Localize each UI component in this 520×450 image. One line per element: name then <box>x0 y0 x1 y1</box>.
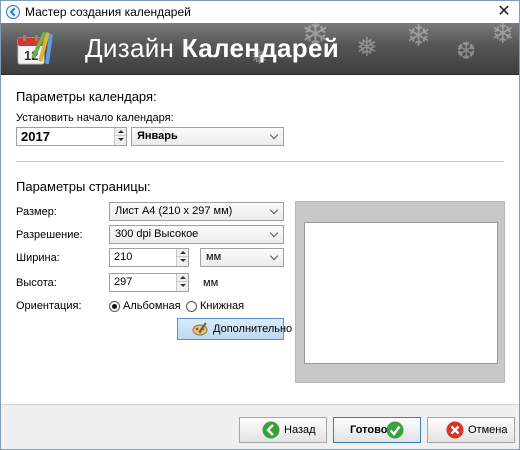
year-spinner[interactable]: 2017 <box>16 127 127 146</box>
cancel-x-icon <box>446 421 464 439</box>
orientation-landscape-radio[interactable]: Альбомная <box>109 300 181 314</box>
height-increment-button[interactable] <box>177 274 188 282</box>
year-decrement-button[interactable] <box>115 136 126 144</box>
chevron-down-icon <box>271 233 278 240</box>
year-value: 2017 <box>21 129 50 144</box>
done-button-label: Готово <box>350 424 388 436</box>
banner-title: Дизайн Календарей <box>85 33 339 64</box>
month-value: Январь <box>137 130 178 142</box>
height-decrement-button[interactable] <box>177 282 188 290</box>
checkmark-icon <box>386 421 404 439</box>
orientation-landscape-label: Альбомная <box>123 300 181 312</box>
snowflake-icon: ❅ <box>356 33 378 63</box>
month-select[interactable]: Январь <box>131 127 284 146</box>
cancel-button-label: Отмена <box>468 424 508 436</box>
brush-palette-icon <box>192 322 208 336</box>
radio-unselected-icon <box>186 301 197 312</box>
width-value: 210 <box>114 251 133 263</box>
page-preview <box>295 201 505 383</box>
height-value: 297 <box>114 276 133 288</box>
chevron-down-icon <box>271 135 278 142</box>
size-label: Размер: <box>16 206 57 218</box>
snowflake-icon: ❄ <box>406 23 432 54</box>
done-button[interactable]: Готово <box>333 417 421 443</box>
height-spinner[interactable]: 297 <box>109 273 189 292</box>
cancel-button[interactable]: Отмена <box>427 417 515 443</box>
snowflake-icon: ❄ <box>491 23 515 50</box>
advanced-button-label: Дополнительно <box>213 323 293 335</box>
calendar-wizard-window: Мастер создания календарей ✕ ❄ ❅ ❄ ❆ ❄ ❅… <box>0 0 520 450</box>
back-button[interactable]: Назад <box>239 417 327 443</box>
chevron-down-icon <box>271 256 278 263</box>
window-title: Мастер создания календарей <box>25 5 191 19</box>
section-divider <box>16 161 504 162</box>
banner-title-regular: Дизайн <box>85 33 175 63</box>
width-unit-value: мм <box>206 251 222 263</box>
width-label: Ширина: <box>16 252 60 264</box>
page-params-title: Параметры страницы: <box>16 179 151 194</box>
close-button[interactable]: ✕ <box>495 3 513 21</box>
radio-selected-icon <box>109 301 120 312</box>
height-unit: мм <box>203 277 219 289</box>
snowflake-icon: ❆ <box>456 37 477 65</box>
calendar-with-brushes-icon: 12 <box>17 31 53 65</box>
year-increment-button[interactable] <box>115 128 126 136</box>
back-arrow-icon <box>262 421 280 439</box>
orientation-portrait-radio[interactable]: Книжная <box>186 300 246 314</box>
size-select[interactable]: Лист А4 (210 х 297 мм) <box>109 202 284 221</box>
calendar-params-title: Параметры календаря: <box>16 89 157 104</box>
start-calendar-label: Установить начало календаря: <box>16 112 174 124</box>
chevron-down-icon <box>271 210 278 217</box>
title-bar: Мастер создания календарей ✕ <box>1 1 519 23</box>
resolution-select[interactable]: 300 dpi Высокое <box>109 225 284 244</box>
page-preview-paper <box>304 222 498 364</box>
width-increment-button[interactable] <box>177 249 188 257</box>
header-banner: ❄ ❅ ❄ ❆ ❄ ❅ 12 Дизайн Календарей <box>1 23 519 75</box>
size-value: Лист А4 (210 х 297 мм) <box>115 205 233 217</box>
orientation-label: Ориентация: <box>16 300 82 312</box>
width-spinner[interactable]: 210 <box>109 248 189 267</box>
width-decrement-button[interactable] <box>177 257 188 265</box>
app-icon <box>6 5 20 19</box>
orientation-portrait-label: Книжная <box>200 300 245 312</box>
unit-select[interactable]: мм <box>200 248 284 267</box>
banner-title-bold: Календарей <box>181 33 340 63</box>
advanced-button[interactable]: Дополнительно <box>177 318 292 340</box>
back-button-label: Назад <box>284 424 316 436</box>
height-label: Высота: <box>16 277 57 289</box>
resolution-label: Разрешение: <box>16 229 83 241</box>
resolution-value: 300 dpi Высокое <box>115 228 199 240</box>
